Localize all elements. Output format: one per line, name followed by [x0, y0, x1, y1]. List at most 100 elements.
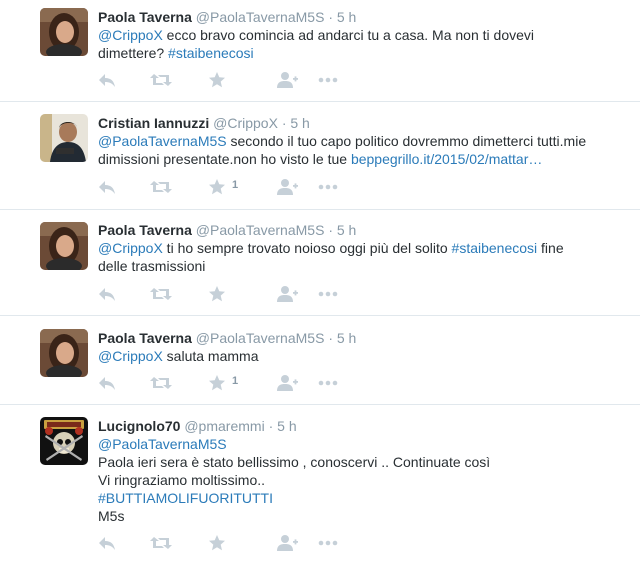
text-segment: ti ho sempre trovato noioso oggi più del…: [162, 240, 452, 256]
mention-link[interactable]: @CrippoX: [98, 348, 163, 364]
username[interactable]: @CrippoX: [213, 115, 278, 131]
fullname[interactable]: Lucignolo70: [98, 418, 180, 434]
tweet-item[interactable]: Paola Taverna @PaolaTavernaM5S · 5 h @Cr…: [0, 316, 640, 405]
tweet-line: Vi ringraziamo moltissimo..: [98, 471, 628, 489]
tweet-header: Paola Taverna @PaolaTavernaM5S · 5 h: [98, 221, 356, 239]
follow-icon[interactable]: [276, 285, 298, 303]
username[interactable]: @PaolaTavernaM5S: [196, 330, 325, 346]
tweet-header: Lucignolo70 @pmaremmi · 5 h: [98, 417, 297, 435]
fullname[interactable]: Paola Taverna: [98, 330, 192, 346]
tweet-item[interactable]: Paola Taverna @PaolaTavernaM5S · 5 h @Cr…: [0, 210, 640, 316]
tweet-text: @PaolaTavernaM5S secondo il tuo capo pol…: [98, 132, 628, 168]
avatar[interactable]: [40, 417, 88, 465]
timestamp[interactable]: 5 h: [337, 330, 356, 346]
reply-icon[interactable]: [98, 285, 116, 303]
hashtag-link[interactable]: #BUTTIAMOLIFUORITUTTI: [98, 490, 273, 506]
timestamp[interactable]: 5 h: [290, 115, 309, 131]
tweet-line: M5s: [98, 507, 628, 525]
separator: ·: [328, 9, 333, 25]
text-segment: saluta mamma: [162, 348, 259, 364]
follow-icon[interactable]: [276, 374, 298, 392]
separator: ·: [268, 418, 274, 434]
mention-link[interactable]: @CrippoX: [98, 240, 163, 256]
username[interactable]: @pmaremmi: [184, 418, 264, 434]
tweet-line: #BUTTIAMOLIFUORITUTTI: [98, 489, 628, 507]
separator: ·: [281, 115, 287, 131]
retweet-icon[interactable]: [150, 285, 172, 303]
tweet-line: dimissioni presentate.non ho visto le tu…: [98, 150, 628, 168]
mention-link[interactable]: @CrippoX: [98, 27, 163, 43]
tweet-line: @CrippoX ti ho sempre trovato noioso ogg…: [98, 239, 628, 257]
tweet-item[interactable]: Paola Taverna @PaolaTavernaM5S · 5 h @Cr…: [0, 0, 640, 102]
separator: ·: [328, 222, 333, 238]
more-icon[interactable]: [318, 534, 338, 552]
avatar[interactable]: [40, 222, 88, 270]
favorite-count: 1: [232, 375, 239, 387]
follow-icon[interactable]: [276, 534, 298, 552]
reply-icon[interactable]: [98, 534, 116, 552]
favorite-icon[interactable]: [208, 374, 226, 392]
fullname[interactable]: Paola Taverna: [98, 9, 192, 25]
tweet-header: Paola Taverna @PaolaTavernaM5S · 5 h: [98, 8, 356, 26]
follow-icon[interactable]: [276, 178, 298, 196]
hashtag-link[interactable]: #staibenecosi: [168, 45, 254, 61]
fullname[interactable]: Paola Taverna: [98, 222, 192, 238]
retweet-icon[interactable]: [150, 178, 172, 196]
avatar[interactable]: [40, 8, 88, 56]
favorite-icon[interactable]: [208, 534, 226, 552]
tweet-header: Cristian Iannuzzi @CrippoX · 5 h: [98, 114, 310, 132]
hashtag-link[interactable]: #staibenecosi: [452, 240, 538, 256]
avatar[interactable]: [40, 114, 88, 162]
retweet-icon[interactable]: [150, 71, 172, 89]
more-icon[interactable]: [318, 374, 338, 392]
tweet-line: dimettere? #staibenecosi: [98, 44, 628, 62]
text-segment: ecco bravo comincia ad andarci tu a casa…: [162, 27, 534, 43]
retweet-icon[interactable]: [150, 534, 172, 552]
timestamp[interactable]: 5 h: [277, 418, 296, 434]
mention-link[interactable]: @PaolaTavernaM5S: [98, 436, 227, 452]
tweet-item[interactable]: Cristian Iannuzzi @CrippoX · 5 h @PaolaT…: [0, 102, 640, 210]
separator: ·: [328, 330, 333, 346]
url-link[interactable]: beppegrillo.it/2015/02/mattar…: [351, 151, 542, 167]
retweet-icon[interactable]: [150, 374, 172, 392]
text-segment: secondo il tuo capo politico dovremmo di…: [226, 133, 587, 149]
text-segment: Vi ringraziamo moltissimo..: [98, 472, 266, 488]
tweet-text: @CrippoX ti ho sempre trovato noioso ogg…: [98, 239, 628, 275]
more-icon[interactable]: [318, 285, 338, 303]
text-segment: fine: [537, 240, 564, 256]
reply-icon[interactable]: [98, 71, 116, 89]
favorite-icon[interactable]: [208, 178, 226, 196]
tweet-line: @CrippoX saluta mamma: [98, 347, 628, 365]
favorite-icon[interactable]: [208, 285, 226, 303]
favorite-count: 1: [232, 179, 239, 191]
tweet-line: @CrippoX ecco bravo comincia ad andarci …: [98, 26, 628, 44]
more-icon[interactable]: [318, 178, 338, 196]
text-segment: M5s: [98, 508, 125, 524]
reply-icon[interactable]: [98, 374, 116, 392]
tweet-header: Paola Taverna @PaolaTavernaM5S · 5 h: [98, 329, 356, 347]
tweet-line: Paola ieri sera è stato bellissimo , con…: [98, 453, 628, 471]
username[interactable]: @PaolaTavernaM5S: [196, 222, 325, 238]
tweet-line: @PaolaTavernaM5S secondo il tuo capo pol…: [98, 132, 628, 150]
tweet-text: @CrippoX saluta mamma: [98, 347, 628, 365]
more-icon[interactable]: [318, 71, 338, 89]
tweet-text: @CrippoX ecco bravo comincia ad andarci …: [98, 26, 628, 62]
favorite-icon[interactable]: [208, 71, 226, 89]
tweet-line: @PaolaTavernaM5S: [98, 435, 628, 453]
text-segment: delle trasmissioni: [98, 258, 206, 274]
fullname[interactable]: Cristian Iannuzzi: [98, 115, 209, 131]
reply-icon[interactable]: [98, 178, 116, 196]
follow-icon[interactable]: [276, 71, 298, 89]
username[interactable]: @PaolaTavernaM5S: [196, 9, 325, 25]
tweet-item[interactable]: Lucignolo70 @pmaremmi · 5 h @PaolaTavern…: [0, 405, 640, 566]
text-segment: dimettere?: [98, 45, 169, 61]
timestamp[interactable]: 5 h: [337, 9, 356, 25]
mention-link[interactable]: @PaolaTavernaM5S: [98, 133, 227, 149]
tweet-text: @PaolaTavernaM5S Paola ieri sera è stato…: [98, 435, 628, 525]
tweet-line: delle trasmissioni: [98, 257, 628, 275]
timestamp[interactable]: 5 h: [337, 222, 356, 238]
text-segment: Paola ieri sera è stato bellissimo , con…: [98, 454, 491, 470]
tweet-timeline: Paola Taverna @PaolaTavernaM5S · 5 h @Cr…: [0, 0, 640, 566]
avatar[interactable]: [40, 329, 88, 377]
text-segment: dimissioni presentate.non ho visto le tu…: [98, 151, 351, 167]
